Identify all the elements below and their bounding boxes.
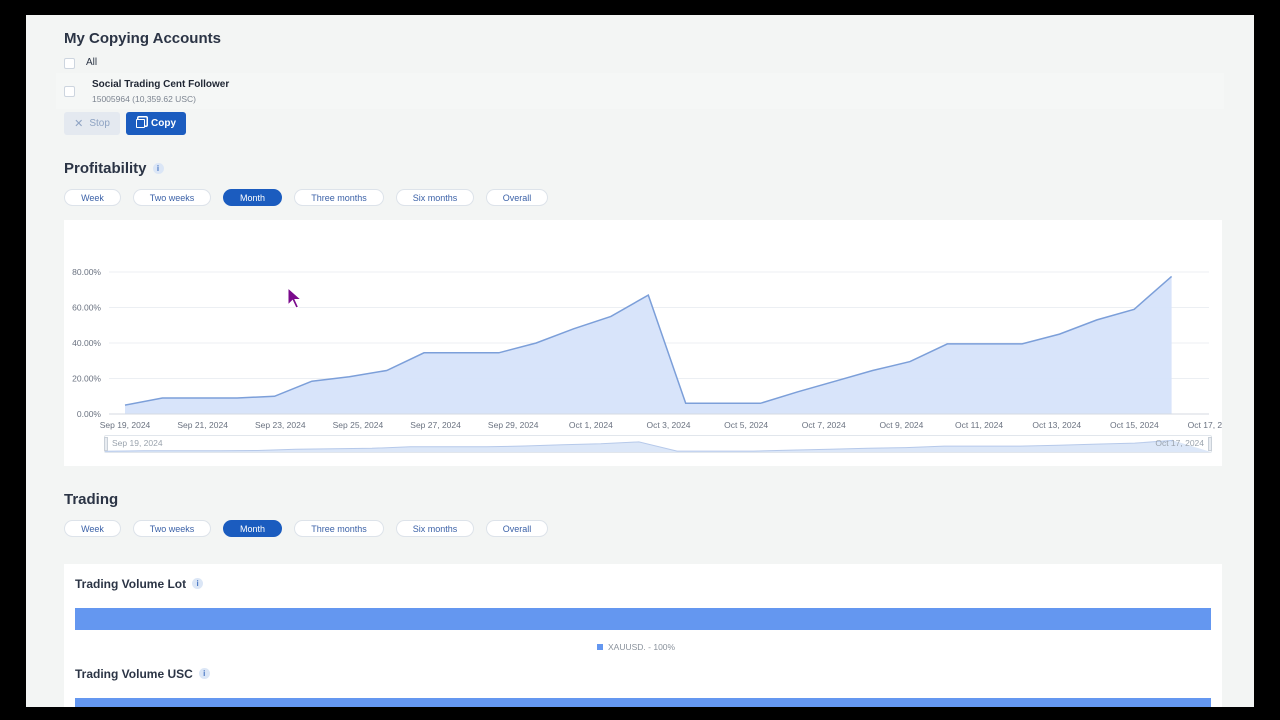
mouse-cursor-icon bbox=[287, 287, 303, 309]
range-slider[interactable]: Sep 19, 2024 Oct 17, 2024 bbox=[104, 435, 1212, 453]
x-tick-label: Sep 23, 2024 bbox=[255, 420, 306, 430]
tab-month[interactable]: Month bbox=[223, 189, 282, 206]
y-tick-label: 0.00% bbox=[77, 409, 102, 419]
range-slider-preview bbox=[105, 439, 1211, 452]
copy-icon bbox=[136, 119, 145, 128]
profitability-title-text: Profitability bbox=[64, 160, 147, 177]
copy-button[interactable]: Copy bbox=[126, 112, 186, 135]
x-tick-label: Oct 5, 2024 bbox=[724, 420, 768, 430]
profitability-chart-card: 0.00% 20.00% 40.00% 60.00% 80.00% Sep 19, 202… bbox=[64, 220, 1237, 466]
trading-tab-three-months[interactable]: Three months bbox=[294, 520, 384, 537]
x-tick-label: Oct 3, 2024 bbox=[647, 420, 691, 430]
trading-volume-lot-title: Trading Volume Lot i bbox=[75, 577, 204, 591]
profitability-title: Profitability i bbox=[64, 160, 164, 177]
x-tick-label: Oct 17, 2024 bbox=[1188, 420, 1222, 430]
x-tick-label: Sep 19, 2024 bbox=[100, 420, 151, 430]
tab-three-months[interactable]: Three months bbox=[294, 189, 384, 206]
x-tick-label: Oct 1, 2024 bbox=[569, 420, 613, 430]
tab-six-months[interactable]: Six months bbox=[396, 189, 474, 206]
x-tick-label: Sep 29, 2024 bbox=[488, 420, 539, 430]
account-row[interactable]: Social Trading Cent Follower 15005964 (1… bbox=[56, 73, 1224, 109]
close-icon: ✕ bbox=[74, 118, 84, 130]
tab-overall[interactable]: Overall bbox=[486, 189, 548, 206]
account-checkbox[interactable] bbox=[64, 86, 75, 97]
trading-volume-usc-title-text: Trading Volume USC bbox=[75, 667, 193, 681]
x-tick-label: Sep 21, 2024 bbox=[177, 420, 228, 430]
x-tick-label: Oct 7, 2024 bbox=[802, 420, 846, 430]
stop-button[interactable]: ✕ Stop bbox=[64, 112, 120, 135]
info-icon[interactable]: i bbox=[198, 668, 210, 679]
y-tick-label: 80.00% bbox=[72, 267, 101, 277]
trading-tab-overall[interactable]: Overall bbox=[486, 520, 548, 537]
info-icon[interactable]: i bbox=[192, 578, 204, 589]
range-left-handle[interactable] bbox=[104, 437, 108, 451]
x-tick-label: Oct 15, 2024 bbox=[1110, 420, 1159, 430]
trading-volume-card: Trading Volume Lot i XAUUSD. - 100% Tradi… bbox=[64, 564, 1222, 707]
range-right-handle[interactable] bbox=[1208, 437, 1212, 451]
account-detail: 15005964 (10,359.62 USC) bbox=[92, 94, 196, 104]
y-tick-label: 40.00% bbox=[72, 338, 101, 348]
range-start-label: Sep 19, 2024 bbox=[112, 438, 163, 448]
y-tick-label: 20.00% bbox=[72, 374, 101, 384]
info-icon[interactable]: i bbox=[152, 163, 164, 174]
trading-volume-lot-title-text: Trading Volume Lot bbox=[75, 577, 187, 591]
all-accounts-label: All bbox=[86, 57, 98, 68]
volume-lot-bar[interactable] bbox=[75, 608, 1211, 630]
copy-button-label: Copy bbox=[151, 118, 176, 129]
trading-tab-two-weeks[interactable]: Two weeks bbox=[133, 520, 211, 537]
trading-tab-month[interactable]: Month bbox=[223, 520, 282, 537]
volume-legend-item[interactable]: XAUUSD. - 100% bbox=[597, 642, 675, 652]
x-tick-label: Oct 9, 2024 bbox=[879, 420, 923, 430]
tab-week[interactable]: Week bbox=[64, 189, 121, 206]
all-accounts-checkbox[interactable] bbox=[64, 58, 75, 69]
trading-tab-six-months[interactable]: Six months bbox=[396, 520, 474, 537]
page: My Copying Accounts All Social Trading C… bbox=[26, 15, 1254, 707]
legend-swatch bbox=[597, 644, 603, 650]
range-end-label: Oct 17, 2024 bbox=[1155, 438, 1204, 448]
trading-volume-usc-title: Trading Volume USC i bbox=[75, 667, 210, 681]
trading-period-tabs: Week Two weeks Month Three months Six mo… bbox=[64, 520, 560, 537]
stop-button-label: Stop bbox=[89, 118, 110, 129]
copying-accounts-title: My Copying Accounts bbox=[64, 30, 221, 47]
tab-two-weeks[interactable]: Two weeks bbox=[133, 189, 211, 206]
x-tick-label: Oct 13, 2024 bbox=[1032, 420, 1081, 430]
legend-label: XAUUSD. - 100% bbox=[608, 642, 676, 652]
profitability-period-tabs: Week Two weeks Month Three months Six mo… bbox=[64, 189, 560, 206]
x-tick-label: Sep 27, 2024 bbox=[410, 420, 461, 430]
x-tick-label: Sep 25, 2024 bbox=[333, 420, 384, 430]
account-name: Social Trading Cent Follower bbox=[92, 79, 230, 90]
volume-usc-bar[interactable] bbox=[75, 698, 1211, 707]
x-tick-label: Oct 11, 2024 bbox=[955, 420, 1003, 430]
y-tick-label: 60.00% bbox=[72, 303, 101, 313]
trading-tab-week[interactable]: Week bbox=[64, 520, 121, 537]
trading-title: Trading bbox=[64, 491, 119, 508]
profitability-chart: 0.00% 20.00% 40.00% 60.00% 80.00% Sep 19, 202… bbox=[72, 267, 1236, 430]
